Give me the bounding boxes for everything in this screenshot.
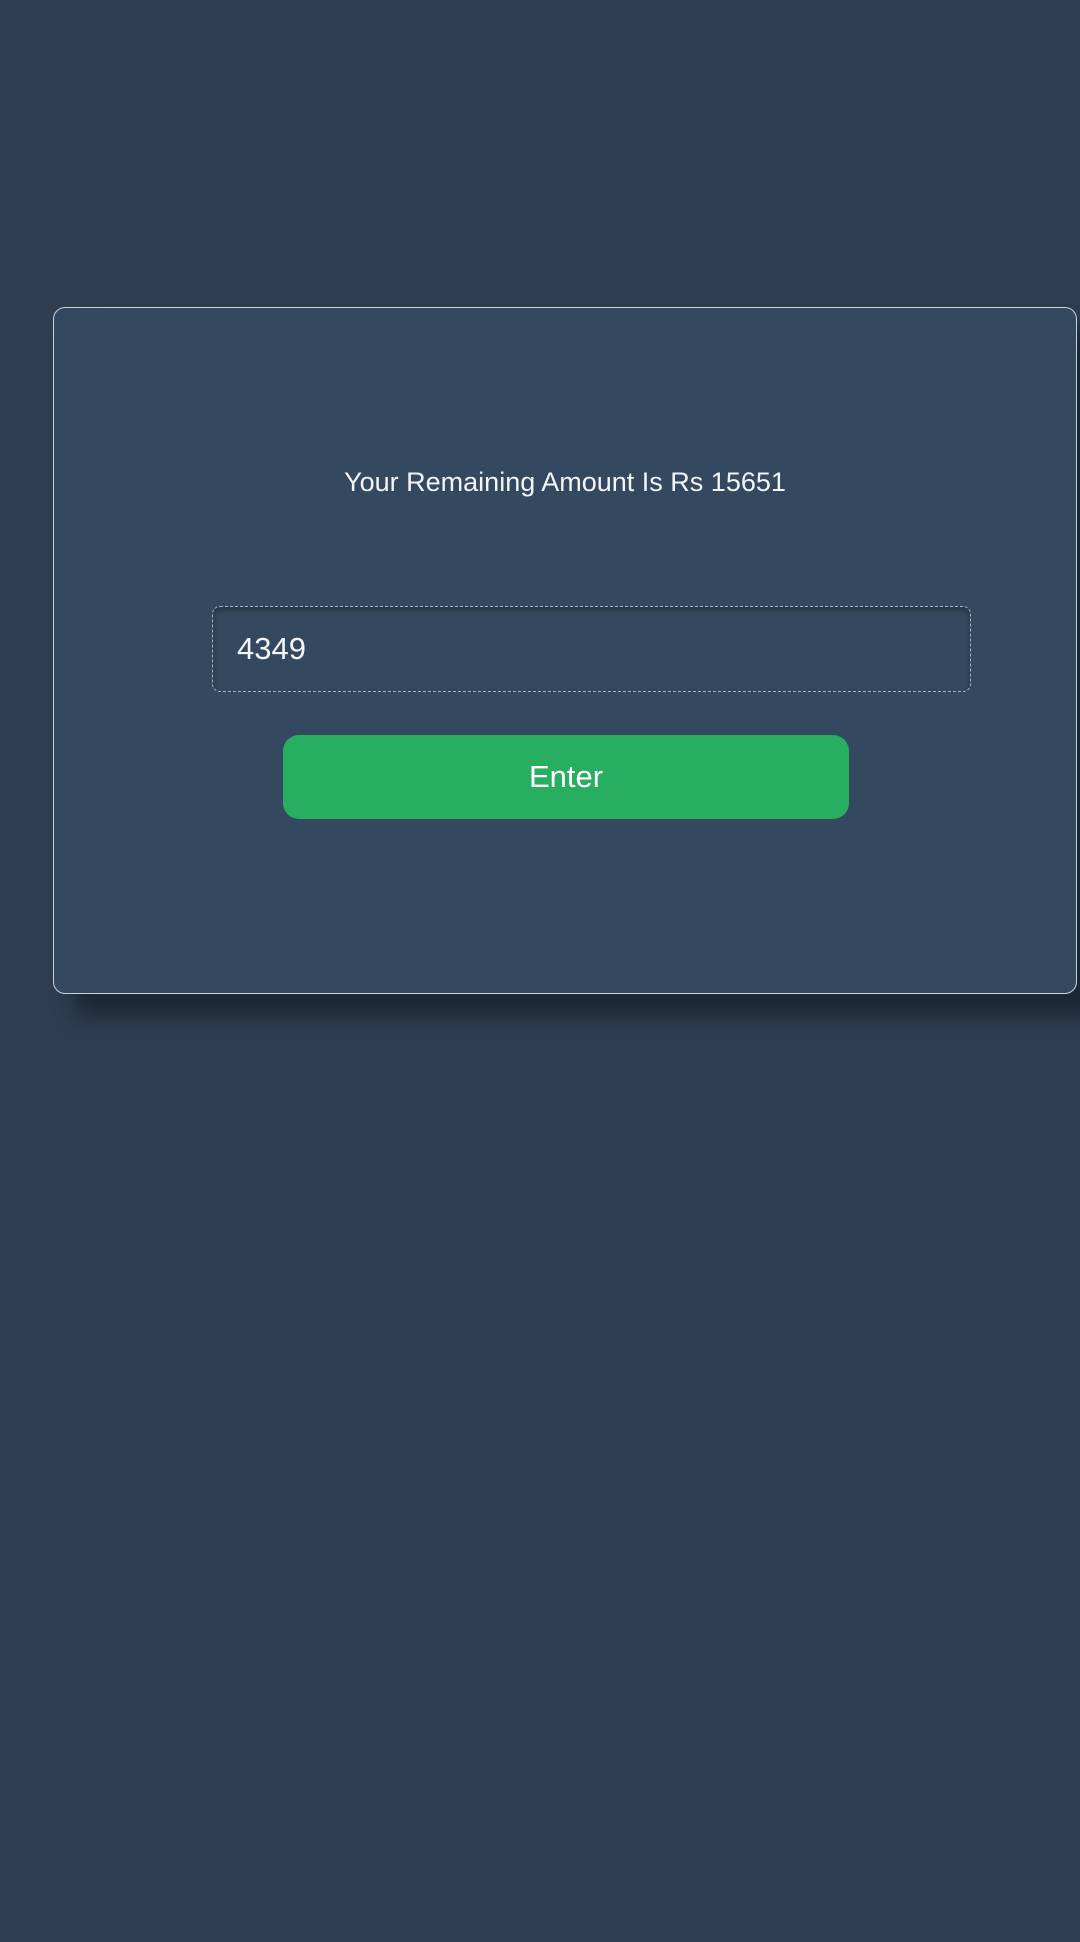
remaining-amount-title: Your Remaining Amount Is Rs 15651	[344, 467, 786, 497]
enter-button[interactable]: Enter	[283, 735, 849, 819]
amount-input[interactable]	[212, 606, 971, 692]
remaining-amount-card: Your Remaining Amount Is Rs 15651 Enter	[53, 307, 1077, 994]
